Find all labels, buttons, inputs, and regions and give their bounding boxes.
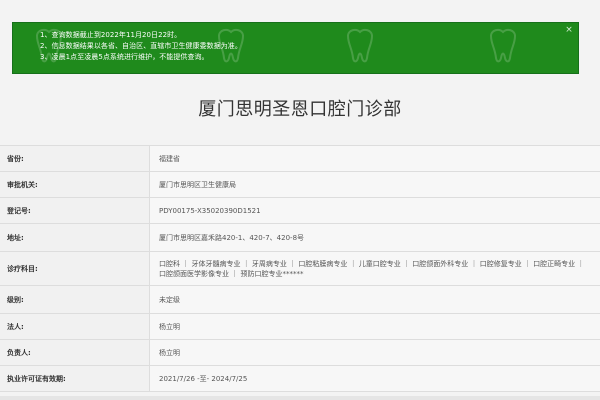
- tooth-icon: [483, 28, 531, 66]
- field-value: 杨立明: [149, 313, 600, 340]
- page: 1、查询数据截止到2022年11月20日22时。 2、信息数据结果以各省、自治区…: [0, 0, 600, 400]
- field-label: 登记号:: [0, 197, 150, 224]
- notice-banner: 1、查询数据截止到2022年11月20日22时。 2、信息数据结果以各省、自治区…: [12, 22, 579, 74]
- field-label: 审批机关:: [0, 171, 150, 198]
- table-row: 省份: 福建省: [0, 145, 600, 172]
- field-label: 诊疗科目:: [0, 251, 150, 286]
- tooth-icon: [340, 28, 388, 66]
- notice-item: 1、查询数据截止到2022年11月20日22时。: [40, 31, 182, 39]
- field-value: 厦门市思明区卫生健康局: [149, 171, 600, 198]
- notice-list: 1、查询数据截止到2022年11月20日22时。 2、信息数据结果以各省、自治区…: [40, 30, 242, 63]
- field-value: 口腔科 ｜ 牙体牙髓病专业 ｜ 牙周病专业 ｜ 口腔粘膜病专业 ｜ 儿童口腔专业…: [149, 251, 600, 286]
- field-value: 厦门市思明区嘉禾路420-1、420-7、420-8号: [149, 223, 600, 252]
- table-row: 负责人: 杨立明: [0, 339, 600, 366]
- field-value: PDY00175-X35020390D1521: [149, 197, 600, 224]
- field-label: 地址:: [0, 223, 150, 252]
- table-row: 级别: 未定级: [0, 285, 600, 314]
- field-value: 福建省: [149, 145, 600, 172]
- clinic-info-table: 省份: 福建省 审批机关: 厦门市思明区卫生健康局 登记号: PDY00175-…: [0, 145, 600, 392]
- field-value: 未定级: [149, 285, 600, 314]
- table-row: 登记号: PDY00175-X35020390D1521: [0, 197, 600, 224]
- close-icon[interactable]: ×: [564, 25, 574, 35]
- field-value: 杨立明: [149, 339, 600, 366]
- table-row: 诊疗科目: 口腔科 ｜ 牙体牙髓病专业 ｜ 牙周病专业 ｜ 口腔粘膜病专业 ｜ …: [0, 251, 600, 286]
- field-label: 负责人:: [0, 339, 150, 366]
- table-row: 执业许可证有效期: 2021/7/26 -至- 2024/7/25: [0, 365, 600, 392]
- page-bottom-edge: [0, 396, 600, 400]
- page-title: 厦门思明圣恩口腔门诊部: [198, 99, 402, 120]
- field-label: 执业许可证有效期:: [0, 365, 150, 392]
- field-label: 级别:: [0, 285, 150, 314]
- field-label: 法人:: [0, 313, 150, 340]
- field-value: 2021/7/26 -至- 2024/7/25: [149, 365, 600, 392]
- notice-item: 2、信息数据结果以各省、自治区、直辖市卫生健康委数据为准。: [40, 42, 242, 50]
- table-row: 地址: 厦门市思明区嘉禾路420-1、420-7、420-8号: [0, 223, 600, 252]
- table-row: 审批机关: 厦门市思明区卫生健康局: [0, 171, 600, 198]
- table-row: 法人: 杨立明: [0, 313, 600, 340]
- field-label: 省份:: [0, 145, 150, 172]
- notice-item: 3、凌晨1点至凌晨5点系统进行维护，不能提供查询。: [40, 53, 209, 61]
